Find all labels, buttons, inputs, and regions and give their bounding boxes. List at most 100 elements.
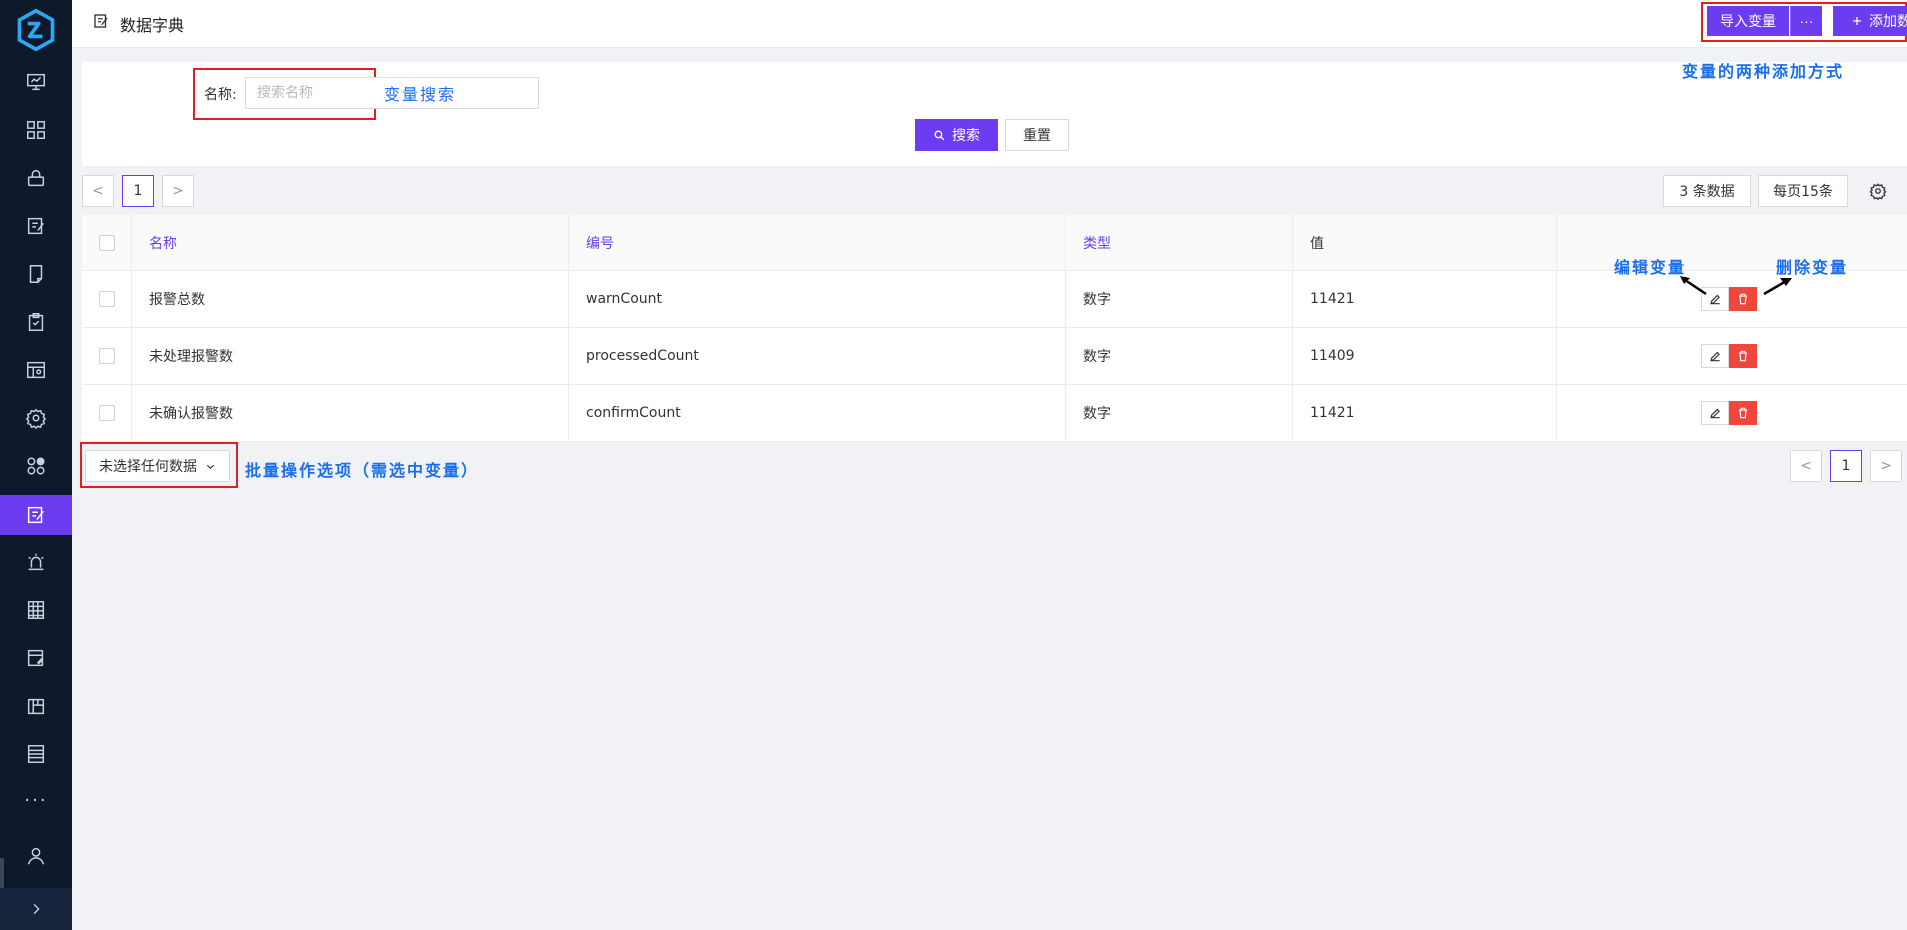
cell-type: 数字 [1066,328,1293,384]
apps-grid-icon [27,121,45,139]
sidebar-item-building[interactable] [0,590,72,630]
cell-value: 11421 [1293,385,1557,441]
row-select-cell [82,385,132,441]
chevron-right-icon: > [172,183,184,199]
column-header-code[interactable]: 编号 [569,215,1066,270]
sidebar-item-monitor[interactable] [0,62,72,102]
sidebar-user[interactable] [0,836,72,876]
building-grid-icon [27,601,45,619]
chevron-down-icon [206,464,215,469]
import-more-button[interactable]: ··· [1790,6,1822,36]
sidebar-item-more[interactable]: ··· [0,780,72,820]
alarm-siren-icon [28,553,44,571]
sidebar-item-alarm[interactable] [0,542,72,582]
row-checkbox[interactable] [98,405,115,421]
pager-page-1[interactable]: 1 [122,175,154,207]
column-header-name[interactable]: 名称 [132,215,569,270]
sidebar-item-notebook[interactable] [0,254,72,294]
sidebar-item-map[interactable] [0,686,72,726]
page-number: 1 [133,183,143,199]
sidebar-item-image-search[interactable] [0,350,72,390]
column-header-type[interactable]: 类型 [1066,215,1293,270]
select-all-checkbox[interactable] [98,234,115,251]
app-logo[interactable] [10,4,62,56]
chevron-right-icon [33,903,40,915]
cell-actions [1557,385,1907,441]
search-button[interactable]: 搜索 [915,119,998,151]
chevron-left-icon: < [92,183,104,199]
list-table-icon [27,745,45,763]
cell-code: warnCount [569,271,1066,327]
table-row: 未确认报警数 confirmCount 数字 11421 [82,385,1907,442]
pager-next-button[interactable]: > [162,175,194,207]
header-bar: 数据字典 导入变量 ··· 添加数据字典 [72,0,1907,48]
table-row: 报警总数 warnCount 数字 11421 [82,271,1907,328]
sidebar-item-apps[interactable] [0,110,72,150]
settings-gear-icon [25,408,47,429]
page-size-select[interactable]: 每页15条 [1758,175,1848,207]
total-count-badge: 3 条数据 [1663,175,1751,207]
sidebar-collapse-button[interactable] [0,888,72,930]
sidebar-item-settings[interactable] [0,398,72,438]
bottom-pager-page-1[interactable]: 1 [1830,450,1862,482]
sidebar-item-lock[interactable] [0,158,72,198]
cell-actions [1557,328,1907,384]
delete-button[interactable] [1729,344,1757,368]
form-edit-icon [27,649,44,667]
image-search-icon [27,361,45,379]
select-all-cell [82,215,132,270]
cell-name: 报警总数 [132,271,569,327]
cell-name: 未确认报警数 [132,385,569,441]
more-dots-icon: ··· [24,789,48,811]
bulk-action-select[interactable]: 未选择任何数据 [85,450,230,482]
bottom-pager-next-button[interactable]: > [1870,450,1902,482]
add-dictionary-label: 添加数据字典 [1869,13,1907,29]
sidebar-item-edit[interactable] [0,206,72,246]
page-title: 数据字典 [120,16,185,35]
cell-type: 数字 [1066,385,1293,441]
chevron-left-icon: < [1800,458,1812,474]
add-dictionary-button[interactable]: 添加数据字典 [1833,6,1907,36]
chevron-right-icon: > [1880,458,1892,474]
annotation-arrows-icon [1680,276,1792,296]
column-header-value: 值 [1293,215,1557,270]
annotation-search: 变量搜索 [384,85,457,104]
lock-icon [27,169,45,187]
reset-button[interactable]: 重置 [1005,119,1069,151]
cell-name: 未处理报警数 [132,328,569,384]
sidebar-item-list[interactable] [0,734,72,774]
name-field-label: 名称: [204,87,237,103]
sidebar-item-modules[interactable] [0,446,72,486]
sidebar-item-data-dictionary[interactable] [0,495,72,535]
row-checkbox[interactable] [98,348,115,364]
bottom-pager-prev-button[interactable]: < [1790,450,1822,482]
cell-type: 数字 [1066,271,1293,327]
notebook-icon [29,265,43,283]
data-table: 名称 编号 类型 值 报警总数 warnCount 数字 11421 未处理报警… [82,215,1907,442]
row-checkbox[interactable] [98,291,115,307]
cell-code: confirmCount [569,385,1066,441]
pager-prev-button[interactable]: < [82,175,114,207]
sidebar-item-form[interactable] [0,638,72,678]
page-number: 1 [1841,458,1851,474]
import-variable-button[interactable]: 导入变量 [1707,6,1789,36]
plus-icon [1853,17,1861,25]
bulk-action-label: 未选择任何数据 [99,459,197,475]
cell-value: 11421 [1293,271,1557,327]
edit-button[interactable] [1701,401,1729,425]
pencil-icon [1710,408,1720,419]
search-button-label: 搜索 [952,127,980,143]
edit-button[interactable] [1701,344,1729,368]
edit-document-icon [27,217,44,235]
dashboard-monitor-icon [27,73,45,91]
table-settings-icon[interactable] [1869,182,1887,200]
annotation-add-methods: 变量的两种添加方式 [1682,62,1845,81]
data-dictionary-icon [27,506,44,524]
delete-button[interactable] [1729,401,1757,425]
pencil-icon [1710,351,1720,362]
map-icon [27,698,45,715]
table-row: 未处理报警数 processedCount 数字 11409 [82,328,1907,385]
sidebar-item-checklist[interactable] [0,302,72,342]
clipboard-check-icon [28,313,44,331]
row-select-cell [82,271,132,327]
